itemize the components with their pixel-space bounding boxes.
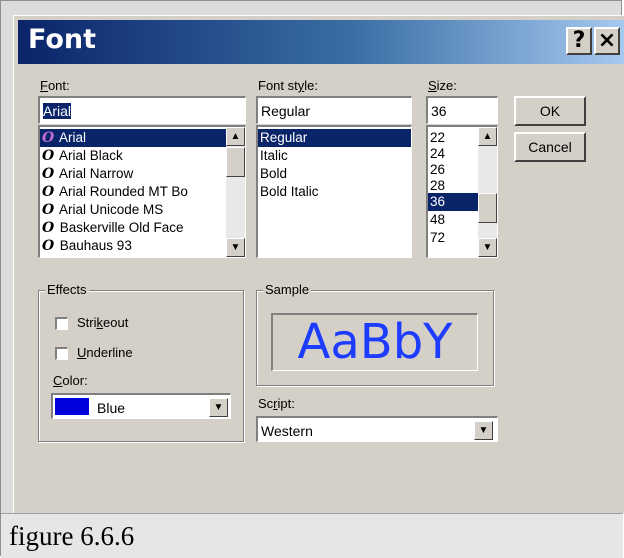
- size-list[interactable]: 22 24 26 28 36 48 72 ▲ ▼: [426, 125, 498, 258]
- list-item[interactable]: O Bauhaus 93: [40, 237, 245, 255]
- opentype-font-icon: O: [42, 184, 55, 200]
- list-item[interactable]: Italic: [258, 147, 411, 165]
- script-select[interactable]: Western ▼: [256, 416, 498, 442]
- down-arrow-icon[interactable]: ▼: [226, 238, 245, 257]
- font-style-input[interactable]: Regular: [256, 96, 412, 124]
- opentype-font-icon: O: [42, 130, 55, 146]
- page-frame: Font ? × Font: Arial O Arial O Arial Bla…: [0, 0, 624, 558]
- cancel-button[interactable]: Cancel: [514, 132, 586, 162]
- list-item[interactable]: O Arial Rounded MT Bo: [40, 183, 245, 201]
- list-item[interactable]: Regular: [258, 129, 411, 147]
- sample-preview: AaBbY: [271, 313, 478, 371]
- opentype-font-icon: O: [42, 148, 55, 164]
- font-list-scrollbar[interactable]: ▲ ▼: [226, 127, 245, 257]
- color-label: Color:: [53, 373, 88, 388]
- effects-group: Effects Strikeout Underline Color: Blue …: [38, 282, 244, 442]
- chevron-down-icon[interactable]: ▼: [209, 398, 228, 417]
- font-name-value: Arial: [43, 103, 72, 119]
- list-item[interactable]: O Arial Unicode MS: [40, 201, 245, 219]
- underline-checkbox[interactable]: [55, 347, 68, 360]
- list-item[interactable]: O Baskerville Old Face: [40, 219, 245, 237]
- font-style-label: Font style:: [258, 78, 318, 93]
- size-input[interactable]: 36: [426, 96, 498, 124]
- color-select[interactable]: Blue ▼: [51, 393, 231, 419]
- strikeout-checkbox[interactable]: [55, 317, 68, 330]
- help-button[interactable]: ?: [566, 27, 592, 55]
- sample-group: Sample AaBbY: [256, 282, 494, 386]
- underline-label[interactable]: Underline: [77, 345, 133, 360]
- opentype-font-icon: O: [42, 202, 55, 218]
- color-value: Blue: [97, 400, 126, 416]
- font-label: Font:: [40, 78, 70, 93]
- list-item[interactable]: O Arial Black: [40, 147, 245, 165]
- chevron-down-icon[interactable]: ▼: [474, 421, 493, 440]
- font-list[interactable]: O Arial O Arial Black O Arial Narrow O A…: [38, 125, 246, 258]
- size-list-scrollbar[interactable]: ▲ ▼: [478, 127, 497, 257]
- title-bar[interactable]: Font ? ×: [18, 20, 624, 64]
- script-label: Script:: [258, 396, 295, 411]
- close-button[interactable]: ×: [594, 27, 620, 55]
- list-item[interactable]: O Arial: [40, 129, 245, 147]
- font-dialog: Font ? × Font: Arial O Arial O Arial Bla…: [13, 15, 624, 513]
- scroll-thumb[interactable]: [478, 193, 497, 223]
- font-style-list[interactable]: Regular Italic Bold Bold Italic: [256, 125, 412, 258]
- opentype-font-icon: O: [42, 220, 55, 236]
- figure-caption: figure 6.6.6: [9, 521, 135, 551]
- color-swatch: [55, 398, 89, 415]
- list-item[interactable]: Bold: [258, 165, 411, 183]
- up-arrow-icon[interactable]: ▲: [226, 127, 245, 146]
- sample-group-label: Sample: [263, 282, 312, 297]
- script-value: Western: [261, 423, 313, 439]
- effects-group-label: Effects: [45, 282, 89, 297]
- down-arrow-icon[interactable]: ▼: [478, 238, 497, 257]
- size-label: Size:: [428, 78, 457, 93]
- opentype-font-icon: O: [42, 166, 55, 182]
- font-name-input[interactable]: Arial: [38, 96, 246, 124]
- list-item[interactable]: 36: [428, 193, 478, 211]
- list-item[interactable]: Bold Italic: [258, 183, 411, 201]
- opentype-font-icon: O: [42, 238, 55, 254]
- ok-button[interactable]: OK: [514, 96, 586, 126]
- strikeout-label[interactable]: Strikeout: [77, 315, 128, 330]
- scroll-thumb[interactable]: [226, 147, 245, 177]
- caption-bar: figure 6.6.6: [1, 513, 623, 558]
- list-item[interactable]: O Arial Narrow: [40, 165, 245, 183]
- dialog-title: Font: [28, 24, 97, 55]
- up-arrow-icon[interactable]: ▲: [478, 127, 497, 146]
